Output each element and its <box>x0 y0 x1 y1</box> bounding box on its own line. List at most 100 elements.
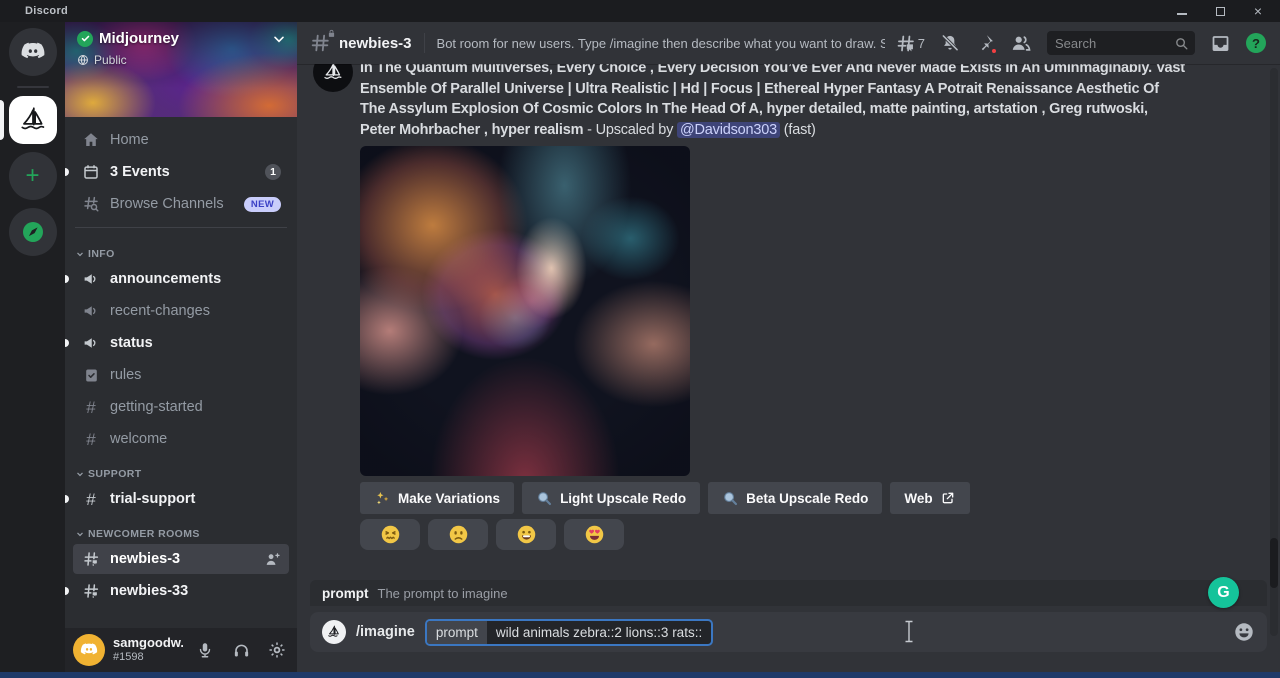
channel-recent-changes[interactable]: recent-changes <box>73 296 289 326</box>
unread-pill <box>65 168 69 176</box>
sidebar-item-events[interactable]: 3 Events 1 <box>73 157 289 187</box>
channel-getting-started[interactable]: # getting-started <box>73 392 289 422</box>
text-cursor <box>903 620 915 643</box>
server-name: Midjourney <box>99 30 265 47</box>
invite-member-icon[interactable] <box>264 551 281 568</box>
main-panel: newbies-3 Bot room for new users. Type /… <box>297 22 1280 672</box>
sidebar-item-browse-channels[interactable]: Browse Channels NEW <box>73 189 289 219</box>
discord-window: Discord × <box>0 0 1280 678</box>
scrollbar-thumb[interactable] <box>1270 538 1278 588</box>
section-newcomer-title: NEWCOMER ROOMS <box>88 528 200 540</box>
worried-face-icon <box>448 524 469 545</box>
server-banner[interactable]: Midjourney Public <box>65 22 297 117</box>
server-visibility: Public <box>94 53 127 67</box>
minimize-icon <box>1177 13 1187 15</box>
home-icon <box>81 130 101 150</box>
channel-announcements[interactable]: announcements <box>73 264 289 294</box>
channel-rules[interactable]: rules <box>73 360 289 390</box>
inbox-button[interactable] <box>1210 33 1231 54</box>
midjourney-server-button[interactable] <box>9 96 57 144</box>
user-mention[interactable]: @Davidson303 <box>677 122 780 138</box>
user-settings-button[interactable] <box>263 636 291 664</box>
command-option-pill[interactable]: prompt wild animals zebra::2 lions::3 ra… <box>425 619 713 646</box>
hash-icon: # <box>81 489 101 509</box>
channel-label: trial-support <box>110 491 195 507</box>
pinned-messages-button[interactable] <box>975 33 995 53</box>
chevron-down-icon[interactable] <box>271 31 287 47</box>
fast-mode-text: (fast) <box>780 122 816 138</box>
reaction-worried-face[interactable] <box>428 519 488 550</box>
add-server-button[interactable]: + <box>9 152 57 200</box>
user-avatar[interactable] <box>73 634 105 666</box>
section-newcomer-rooms[interactable]: NEWCOMER ROOMS <box>73 516 289 544</box>
server-rail: + <box>0 22 65 672</box>
channel-welcome[interactable]: # welcome <box>73 424 289 454</box>
magnifier-icon <box>536 490 553 507</box>
lock-badge-icon <box>327 29 336 38</box>
unread-pill <box>65 587 69 595</box>
beta-upscale-redo-label: Beta Upscale Redo <box>746 491 868 506</box>
headphones-icon <box>232 641 251 660</box>
titlebar: Discord × <box>0 0 1280 22</box>
home-server-button[interactable] <box>9 28 57 76</box>
smiley-icon <box>1233 621 1255 643</box>
hash-chat-icon <box>81 581 101 601</box>
bell-slash-icon <box>940 33 960 53</box>
external-link-icon <box>940 490 956 506</box>
browse-channels-icon <box>81 194 101 214</box>
minimize-button[interactable] <box>1176 5 1188 17</box>
hash-icon: # <box>81 429 101 449</box>
message: In The Quantum Multiverses, Every Choice… <box>360 64 1186 140</box>
section-support[interactable]: SUPPORT <box>73 456 289 484</box>
channel-trial-support[interactable]: # trial-support <box>73 484 289 514</box>
reaction-confounded-face[interactable] <box>360 519 420 550</box>
search-box[interactable] <box>1047 31 1195 55</box>
generated-image[interactable] <box>360 146 690 476</box>
section-info[interactable]: INFO <box>73 236 289 264</box>
mute-mic-button[interactable] <box>191 636 219 664</box>
unread-pill <box>65 339 69 347</box>
bot-message-avatar[interactable] <box>313 64 353 92</box>
search-input[interactable] <box>1055 36 1174 51</box>
member-list-button[interactable] <box>1010 32 1032 54</box>
option-label: prompt <box>427 621 487 644</box>
slash-command-hint[interactable]: prompt The prompt to imagine <box>310 580 1267 606</box>
browse-channels-label: Browse Channels <box>110 196 224 212</box>
search-icon <box>1174 36 1189 51</box>
help-button[interactable]: ? <box>1246 33 1266 53</box>
close-button[interactable]: × <box>1252 5 1264 17</box>
channel-topic[interactable]: Bot room for new users. Type /imagine th… <box>437 36 885 51</box>
explore-servers-button[interactable] <box>9 208 57 256</box>
channel-status[interactable]: status <box>73 328 289 358</box>
channel-label: status <box>110 335 153 351</box>
section-info-title: INFO <box>88 248 115 260</box>
notifications-muted-button[interactable] <box>940 33 960 53</box>
deafen-button[interactable] <box>227 636 255 664</box>
magnifier-icon <box>722 490 739 507</box>
user-meta[interactable]: samgoodw... #1598 <box>113 636 183 664</box>
sailboat-icon <box>17 104 49 136</box>
reaction-grinning-face[interactable] <box>496 519 556 550</box>
discord-logo-icon <box>79 640 99 660</box>
web-button[interactable]: Web <box>890 482 969 514</box>
message-input-bar[interactable]: /imagine prompt wild animals zebra::2 li… <box>310 612 1267 652</box>
maximize-button[interactable] <box>1214 5 1226 17</box>
channel-newbies-3[interactable]: newbies-3 <box>73 544 289 574</box>
light-upscale-redo-button[interactable]: Light Upscale Redo <box>522 482 700 514</box>
option-value[interactable]: wild animals zebra::2 lions::3 rats:: <box>487 621 711 644</box>
plus-icon: + <box>25 162 39 190</box>
emoji-picker-button[interactable] <box>1233 621 1255 643</box>
grammarly-badge[interactable]: G <box>1208 577 1239 608</box>
microphone-icon <box>196 641 214 659</box>
beta-upscale-redo-button[interactable]: Beta Upscale Redo <box>708 482 882 514</box>
user-panel: samgoodw... #1598 <box>65 628 297 672</box>
megaphone-icon <box>81 301 101 321</box>
sidebar-item-home[interactable]: Home <box>73 125 289 155</box>
sailboat-icon <box>321 64 345 84</box>
make-variations-button[interactable]: Make Variations <box>360 482 514 514</box>
channel-newbies-33[interactable]: newbies-33 <box>73 576 289 606</box>
threads-button[interactable]: 7 <box>895 33 925 54</box>
sidebar-divider <box>75 227 287 228</box>
reaction-heart-eyes-face[interactable] <box>564 519 624 550</box>
sparkles-icon <box>374 490 391 507</box>
